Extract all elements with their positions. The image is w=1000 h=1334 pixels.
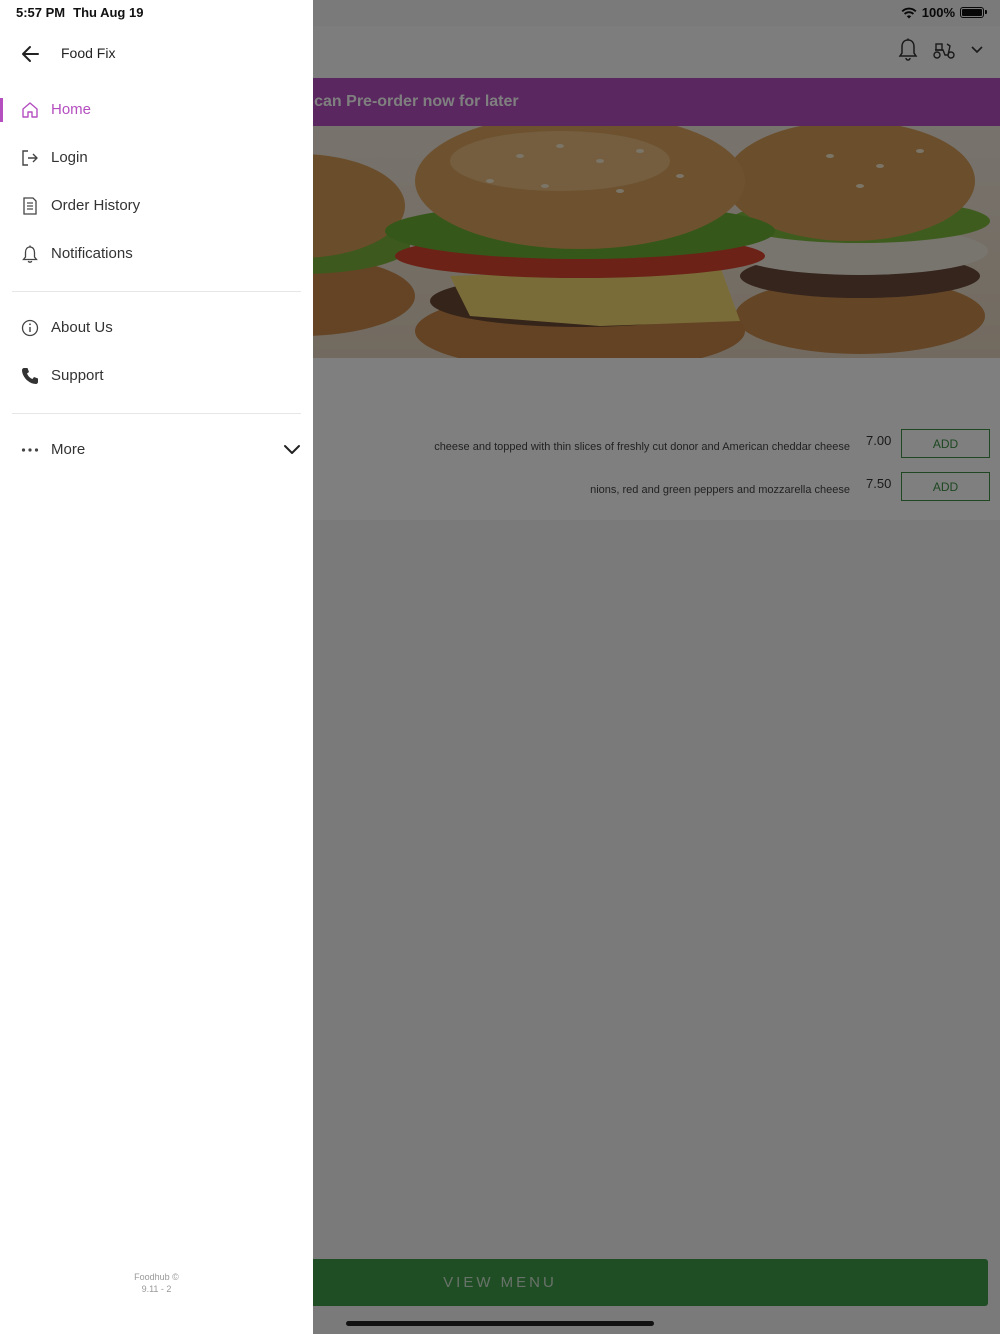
drawer-item-label: More bbox=[51, 441, 86, 458]
drawer-item-login[interactable]: Login bbox=[0, 134, 313, 182]
back-arrow-icon[interactable] bbox=[20, 43, 42, 65]
drawer-item-notifications[interactable]: Notifications bbox=[0, 230, 313, 278]
drawer-divider bbox=[12, 291, 301, 292]
status-time-date: 5:57 PM Thu Aug 19 bbox=[16, 5, 143, 20]
footer-version: 9.11 - 2 bbox=[141, 1284, 172, 1294]
login-icon bbox=[22, 150, 38, 166]
bell-icon bbox=[22, 245, 38, 263]
home-indicator bbox=[346, 1321, 654, 1326]
drawer-item-order-history[interactable]: Order History bbox=[0, 182, 313, 230]
status-date: Thu Aug 19 bbox=[73, 5, 144, 20]
drawer-item-label: Support bbox=[51, 367, 104, 384]
drawer-footer: Foodhub © 9.11 - 2 bbox=[0, 1271, 313, 1295]
home-icon bbox=[22, 102, 38, 118]
receipt-icon bbox=[23, 197, 37, 215]
drawer-item-home[interactable]: Home bbox=[0, 86, 313, 134]
drawer-item-about-us[interactable]: About Us bbox=[0, 304, 313, 352]
footer-brand: Foodhub © bbox=[134, 1272, 179, 1282]
drawer-item-label: Notifications bbox=[51, 245, 133, 262]
info-icon bbox=[21, 319, 39, 337]
drawer-item-label: Login bbox=[51, 149, 88, 166]
drawer-item-label: Order History bbox=[51, 197, 141, 214]
drawer-item-label: Home bbox=[51, 101, 92, 118]
drawer-divider bbox=[12, 413, 301, 414]
navigation-drawer: 5:57 PM Thu Aug 19 Food Fix Home Login O… bbox=[0, 0, 313, 1334]
phone-icon bbox=[22, 368, 38, 384]
more-dots-icon bbox=[21, 448, 39, 452]
drawer-header: Food Fix bbox=[0, 34, 313, 74]
drawer-item-label: About Us bbox=[51, 319, 113, 336]
chevron-down-icon[interactable] bbox=[283, 442, 301, 458]
drawer-item-support[interactable]: Support bbox=[0, 352, 313, 400]
drawer-primary-menu: Home Login Order History Notifications bbox=[0, 86, 313, 278]
restaurant-name: Food Fix bbox=[61, 45, 116, 61]
drawer-secondary-menu: About Us Support bbox=[0, 304, 313, 400]
status-time: 5:57 PM bbox=[16, 5, 66, 20]
drawer-item-more[interactable]: More bbox=[0, 426, 313, 474]
